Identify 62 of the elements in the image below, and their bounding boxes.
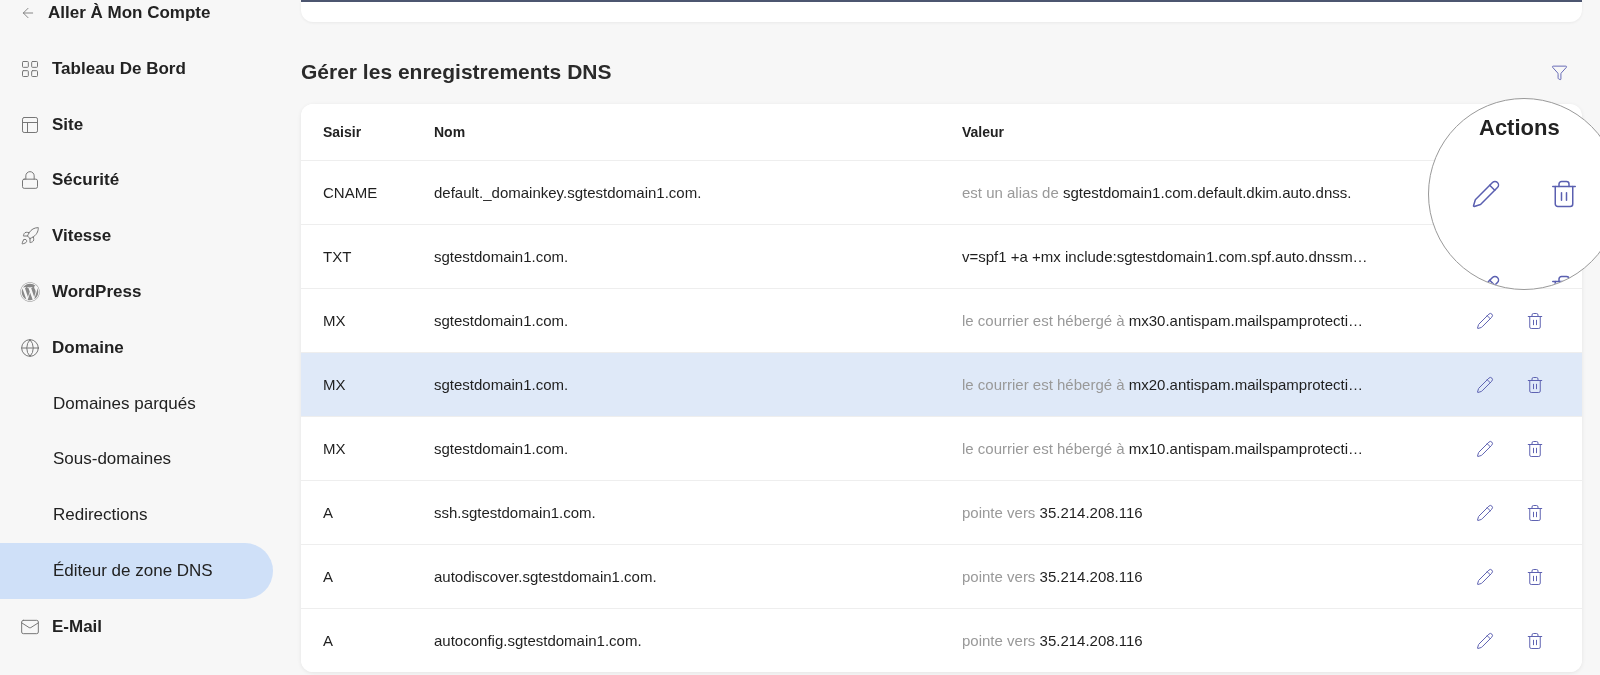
lock-icon	[20, 170, 40, 191]
value-cell-text: v=spf1 +a +mx include:sgtestdomain1.com.spf.auto.dnssm…	[962, 248, 1369, 265]
sidebar-item[interactable]: Éditeur de zone DNS	[0, 543, 273, 599]
section-title: Gérer les enregistrements DNS	[301, 60, 612, 84]
table-row[interactable]: A autoconfig.sgtestdomain1.com. pointe vers 35.214.208.116	[301, 609, 1426, 672]
sidebar-label: Site	[52, 114, 84, 135]
value-cell-text: est un alias de sgtestdomain1.com.default.dkim.auto.dnss.	[962, 184, 1353, 201]
value-cell-text: pointe vers 35.214.208.116	[962, 632, 1144, 649]
layout-icon	[20, 114, 40, 135]
sidebar-label: Vitesse	[52, 226, 112, 247]
type-cell-text: TXT	[323, 248, 353, 265]
sidebar-item[interactable]: Aller À Mon Compte	[0, 0, 273, 41]
sidebar-label: Sécurité	[52, 170, 120, 191]
sidebar-item[interactable]: Sous-domaines	[0, 431, 273, 488]
name-cell-text: autoconfig.sgtestdomain1.com.	[434, 632, 643, 649]
sidebar-label: Domaine	[52, 337, 124, 358]
name-cell-text: sgtestdomain1.com.	[434, 248, 570, 265]
sidebar-label: Éditeur de zone DNS	[53, 561, 213, 582]
type-cell-text: A	[323, 632, 334, 649]
name-cell-text: sgtestdomain1.com.	[434, 440, 570, 457]
sidebar-item[interactable]: Domaines parqués	[0, 375, 273, 432]
value-cell-text: pointe vers 35.214.208.116	[962, 568, 1144, 585]
sidebar-label: Aller À Mon Compte	[48, 2, 211, 23]
sidebar-item[interactable]: Sécurité	[0, 152, 273, 209]
column-header: Saisir	[323, 124, 363, 140]
sidebar-label: WordPress	[52, 282, 142, 303]
value-cell-text: le courrier est hébergé à mx20.antispam.mailspamprotecti…	[962, 376, 1365, 393]
value-cell-text: le courrier est hébergé à mx10.antispam.mailspamprotecti…	[962, 440, 1365, 457]
name-cell-text: sgtestdomain1.com.	[434, 312, 570, 329]
filter-icon[interactable]	[1551, 63, 1568, 81]
value-cell-text: le courrier est hébergé à mx30.antispam.mailspamprotecti…	[962, 312, 1365, 329]
column-header: Valeur	[962, 124, 1006, 140]
type-cell-text: MX	[323, 376, 347, 393]
name-cell-text: autodiscover.sgtestdomain1.com.	[434, 568, 658, 585]
actions-header: Actions	[1479, 115, 1560, 141]
grid-icon	[20, 58, 40, 79]
column-header: Nom	[434, 124, 467, 140]
name-cell-text: default._domainkey.sgtestdomain1.com.	[434, 184, 703, 201]
globe-icon	[20, 337, 40, 358]
name-cell-text: ssh.sgtestdomain1.com.	[434, 504, 597, 521]
sidebar-label: Domaines parqués	[53, 393, 196, 414]
sidebar-item[interactable]: Tableau De Bord	[0, 41, 273, 97]
sidebar-item[interactable]: E-Mail	[0, 598, 273, 655]
type-cell-text: A	[323, 504, 334, 521]
sidebar-label: Sous-domaines	[53, 449, 172, 470]
value-cell-text: pointe vers 35.214.208.116	[962, 504, 1144, 521]
sidebar-item[interactable]: WordPress	[0, 264, 273, 320]
type-cell-text: MX	[323, 440, 347, 457]
sidebar-item[interactable]: Domaine	[0, 320, 273, 376]
type-cell-text: CNAME	[323, 184, 379, 201]
type-cell-text: A	[323, 568, 334, 585]
sidebar-item[interactable]: Site	[0, 96, 273, 153]
name-cell-text: sgtestdomain1.com.	[434, 376, 570, 393]
sidebar-label: E-Mail	[52, 616, 103, 637]
sidebar-label: Tableau De Bord	[52, 58, 186, 79]
type-cell-text: MX	[323, 312, 347, 329]
rocket-icon	[20, 226, 40, 247]
table-row[interactable]: MX sgtestdomain1.com. le courrier est hébergé à mx20.antispam.mailspamprotecti…	[301, 353, 1426, 416]
sidebar-item[interactable]: Vitesse	[0, 208, 273, 265]
sidebar-label: Redirections	[53, 505, 148, 526]
sidebar-item[interactable]: Redirections	[0, 487, 273, 544]
wordpress-icon	[20, 282, 40, 303]
